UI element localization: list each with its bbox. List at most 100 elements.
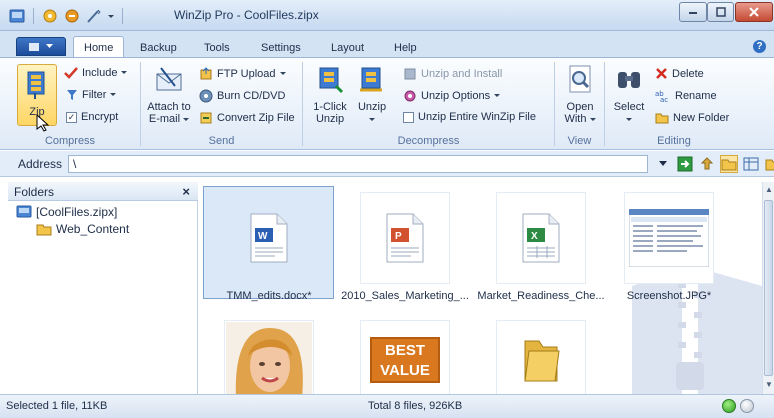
svg-text:P: P	[395, 231, 402, 242]
folder-tree-item-web-content[interactable]: Web_Content	[36, 222, 129, 236]
burn-cd-button[interactable]: Burn CD/DVD	[199, 89, 285, 103]
ftp-upload-button[interactable]: FTP Upload	[199, 67, 286, 81]
file-list-scrollbar[interactable]: ▲ ▼	[762, 182, 774, 394]
minimize-button[interactable]	[679, 2, 707, 22]
address-dropdown-icon[interactable]	[654, 155, 672, 173]
powerpoint-doc-icon: P	[386, 213, 424, 263]
screenshot-thumbnail	[629, 209, 709, 267]
zip-archive-icon	[16, 205, 32, 218]
go-arrow-icon[interactable]	[676, 155, 694, 173]
file-thumbnail: W	[224, 192, 314, 284]
address-label: Address	[18, 157, 63, 171]
folder-view-icon[interactable]	[720, 155, 738, 173]
one-click-unzip-button[interactable]: 1-Click Unzip	[308, 64, 352, 125]
compress-qat-icon[interactable]	[41, 7, 59, 24]
delete-x-icon	[656, 68, 667, 79]
address-bar: Address \	[0, 151, 774, 177]
unzip-entire-label: Unzip Entire WinZip File	[418, 111, 536, 123]
folder-tree-item-root[interactable]: [CoolFiles.zipx]	[16, 205, 117, 219]
rename-label: Rename	[675, 89, 717, 102]
qat-separator	[33, 7, 34, 24]
svg-text:X: X	[531, 231, 538, 242]
open-with-button[interactable]: Open With	[559, 64, 601, 125]
oneclick-line2: Unzip	[315, 113, 345, 125]
convert-icon	[200, 112, 212, 124]
unzip-icon	[360, 67, 382, 92]
scrollbar-thumb[interactable]	[764, 200, 773, 376]
file-name: TMM_edits.docx*	[226, 290, 312, 302]
address-input[interactable]: \	[68, 155, 648, 173]
file-thumbnail	[624, 192, 714, 284]
up-folder-icon[interactable]	[698, 155, 716, 173]
tab-home[interactable]: Home	[73, 36, 125, 58]
winzip-app-icon[interactable]	[8, 7, 26, 24]
folders-close-button[interactable]: ×	[182, 184, 190, 199]
view-group: Open With View	[555, 58, 604, 150]
open-folder-icon[interactable]	[764, 155, 774, 173]
encrypt-label: Encrypt	[81, 111, 119, 123]
qat-dropdown-icon[interactable]	[107, 7, 115, 24]
convert-zip-button[interactable]: Convert Zip File	[199, 111, 295, 125]
help-icon[interactable]: ?	[753, 40, 766, 53]
filter-button[interactable]: Filter	[66, 89, 117, 101]
tab-help[interactable]: Help	[394, 39, 417, 57]
unzip-install-label: Unzip and Install	[421, 68, 503, 80]
title-bar: WinZip Pro - CoolFiles.zipx	[0, 0, 774, 31]
file-item-sales-marketing[interactable]: P 2010_Sales_Marketing_...	[340, 192, 470, 302]
unzip-options-button[interactable]: Unzip Options	[403, 89, 501, 103]
tab-tools[interactable]: Tools	[204, 39, 230, 57]
tab-settings[interactable]: Settings	[261, 39, 301, 57]
extract-qat-icon[interactable]	[63, 7, 81, 24]
scroll-up-icon[interactable]: ▲	[765, 185, 773, 194]
wizard-qat-icon[interactable]	[85, 7, 103, 24]
folders-header: Folders ×	[8, 182, 198, 201]
chevron-down-icon	[626, 118, 632, 121]
unzip-button[interactable]: Unzip	[352, 64, 392, 125]
select-button[interactable]: Select	[611, 64, 647, 125]
file-item-tmm-edits[interactable]: W TMM_edits.docx*	[204, 192, 334, 302]
maximize-button[interactable]	[707, 2, 734, 22]
compress-group-label: Compress	[44, 135, 96, 147]
woman-photo-thumbnail	[226, 322, 312, 394]
close-button[interactable]	[735, 2, 773, 22]
unzip-options-label: Unzip Options	[421, 90, 491, 102]
burn-label: Burn CD/DVD	[217, 90, 286, 102]
encrypt-checkbox[interactable]: ✓ Encrypt	[66, 111, 118, 123]
decompress-group: 1-Click Unzip Unzip Unzip and Install Un…	[303, 58, 554, 150]
file-item-screenshot[interactable]: Screenshot.JPG*	[604, 192, 734, 302]
badge-line1: BEST	[384, 342, 425, 359]
tab-backup[interactable]: Backup	[140, 39, 177, 57]
rename-button[interactable]: ab ac Rename	[655, 89, 717, 103]
chevron-down-icon	[121, 71, 128, 74]
include-button[interactable]: Include	[64, 67, 128, 79]
new-folder-icon	[655, 113, 669, 124]
magnifier-icon	[569, 65, 591, 93]
attach-email-button[interactable]: Attach to E-mail	[144, 64, 194, 125]
file-name: Market_Readiness_Che...	[477, 290, 605, 302]
address-tools	[654, 155, 774, 173]
file-item-photo[interactable]	[204, 320, 334, 394]
file-name: 2010_Sales_Marketing_...	[341, 290, 469, 302]
decompress-group-label: Decompress	[397, 135, 460, 147]
file-item-folder[interactable]	[476, 320, 606, 394]
new-folder-button[interactable]: New Folder	[655, 111, 729, 124]
word-doc-icon: W	[250, 213, 288, 263]
unzip-install-button[interactable]: Unzip and Install	[403, 67, 502, 81]
file-menu-button[interactable]	[16, 37, 66, 56]
file-item-market-readiness[interactable]: X Market_Readiness_Che...	[476, 192, 606, 302]
chevron-down-icon	[46, 44, 53, 48]
binoculars-icon	[618, 72, 640, 88]
file-item-best-value[interactable]: BEST VALUE	[340, 320, 470, 394]
delete-button[interactable]: Delete	[655, 67, 704, 80]
tab-layout[interactable]: Layout	[331, 39, 364, 57]
ftp-label: FTP Upload	[217, 68, 276, 80]
disc-icon	[199, 89, 213, 103]
file-list: W TMM_edits.docx* P 2010_Sales_Marketing…	[200, 182, 762, 394]
filter-label: Filter	[82, 89, 107, 101]
scroll-down-icon[interactable]: ▼	[765, 380, 773, 389]
svg-text:W: W	[258, 231, 268, 242]
unzip-entire-checkbox[interactable]: Unzip Entire WinZip File	[403, 111, 536, 123]
open-line2: With	[564, 113, 587, 125]
chevron-down-icon	[494, 94, 501, 97]
view-mode-icon[interactable]	[742, 155, 760, 173]
